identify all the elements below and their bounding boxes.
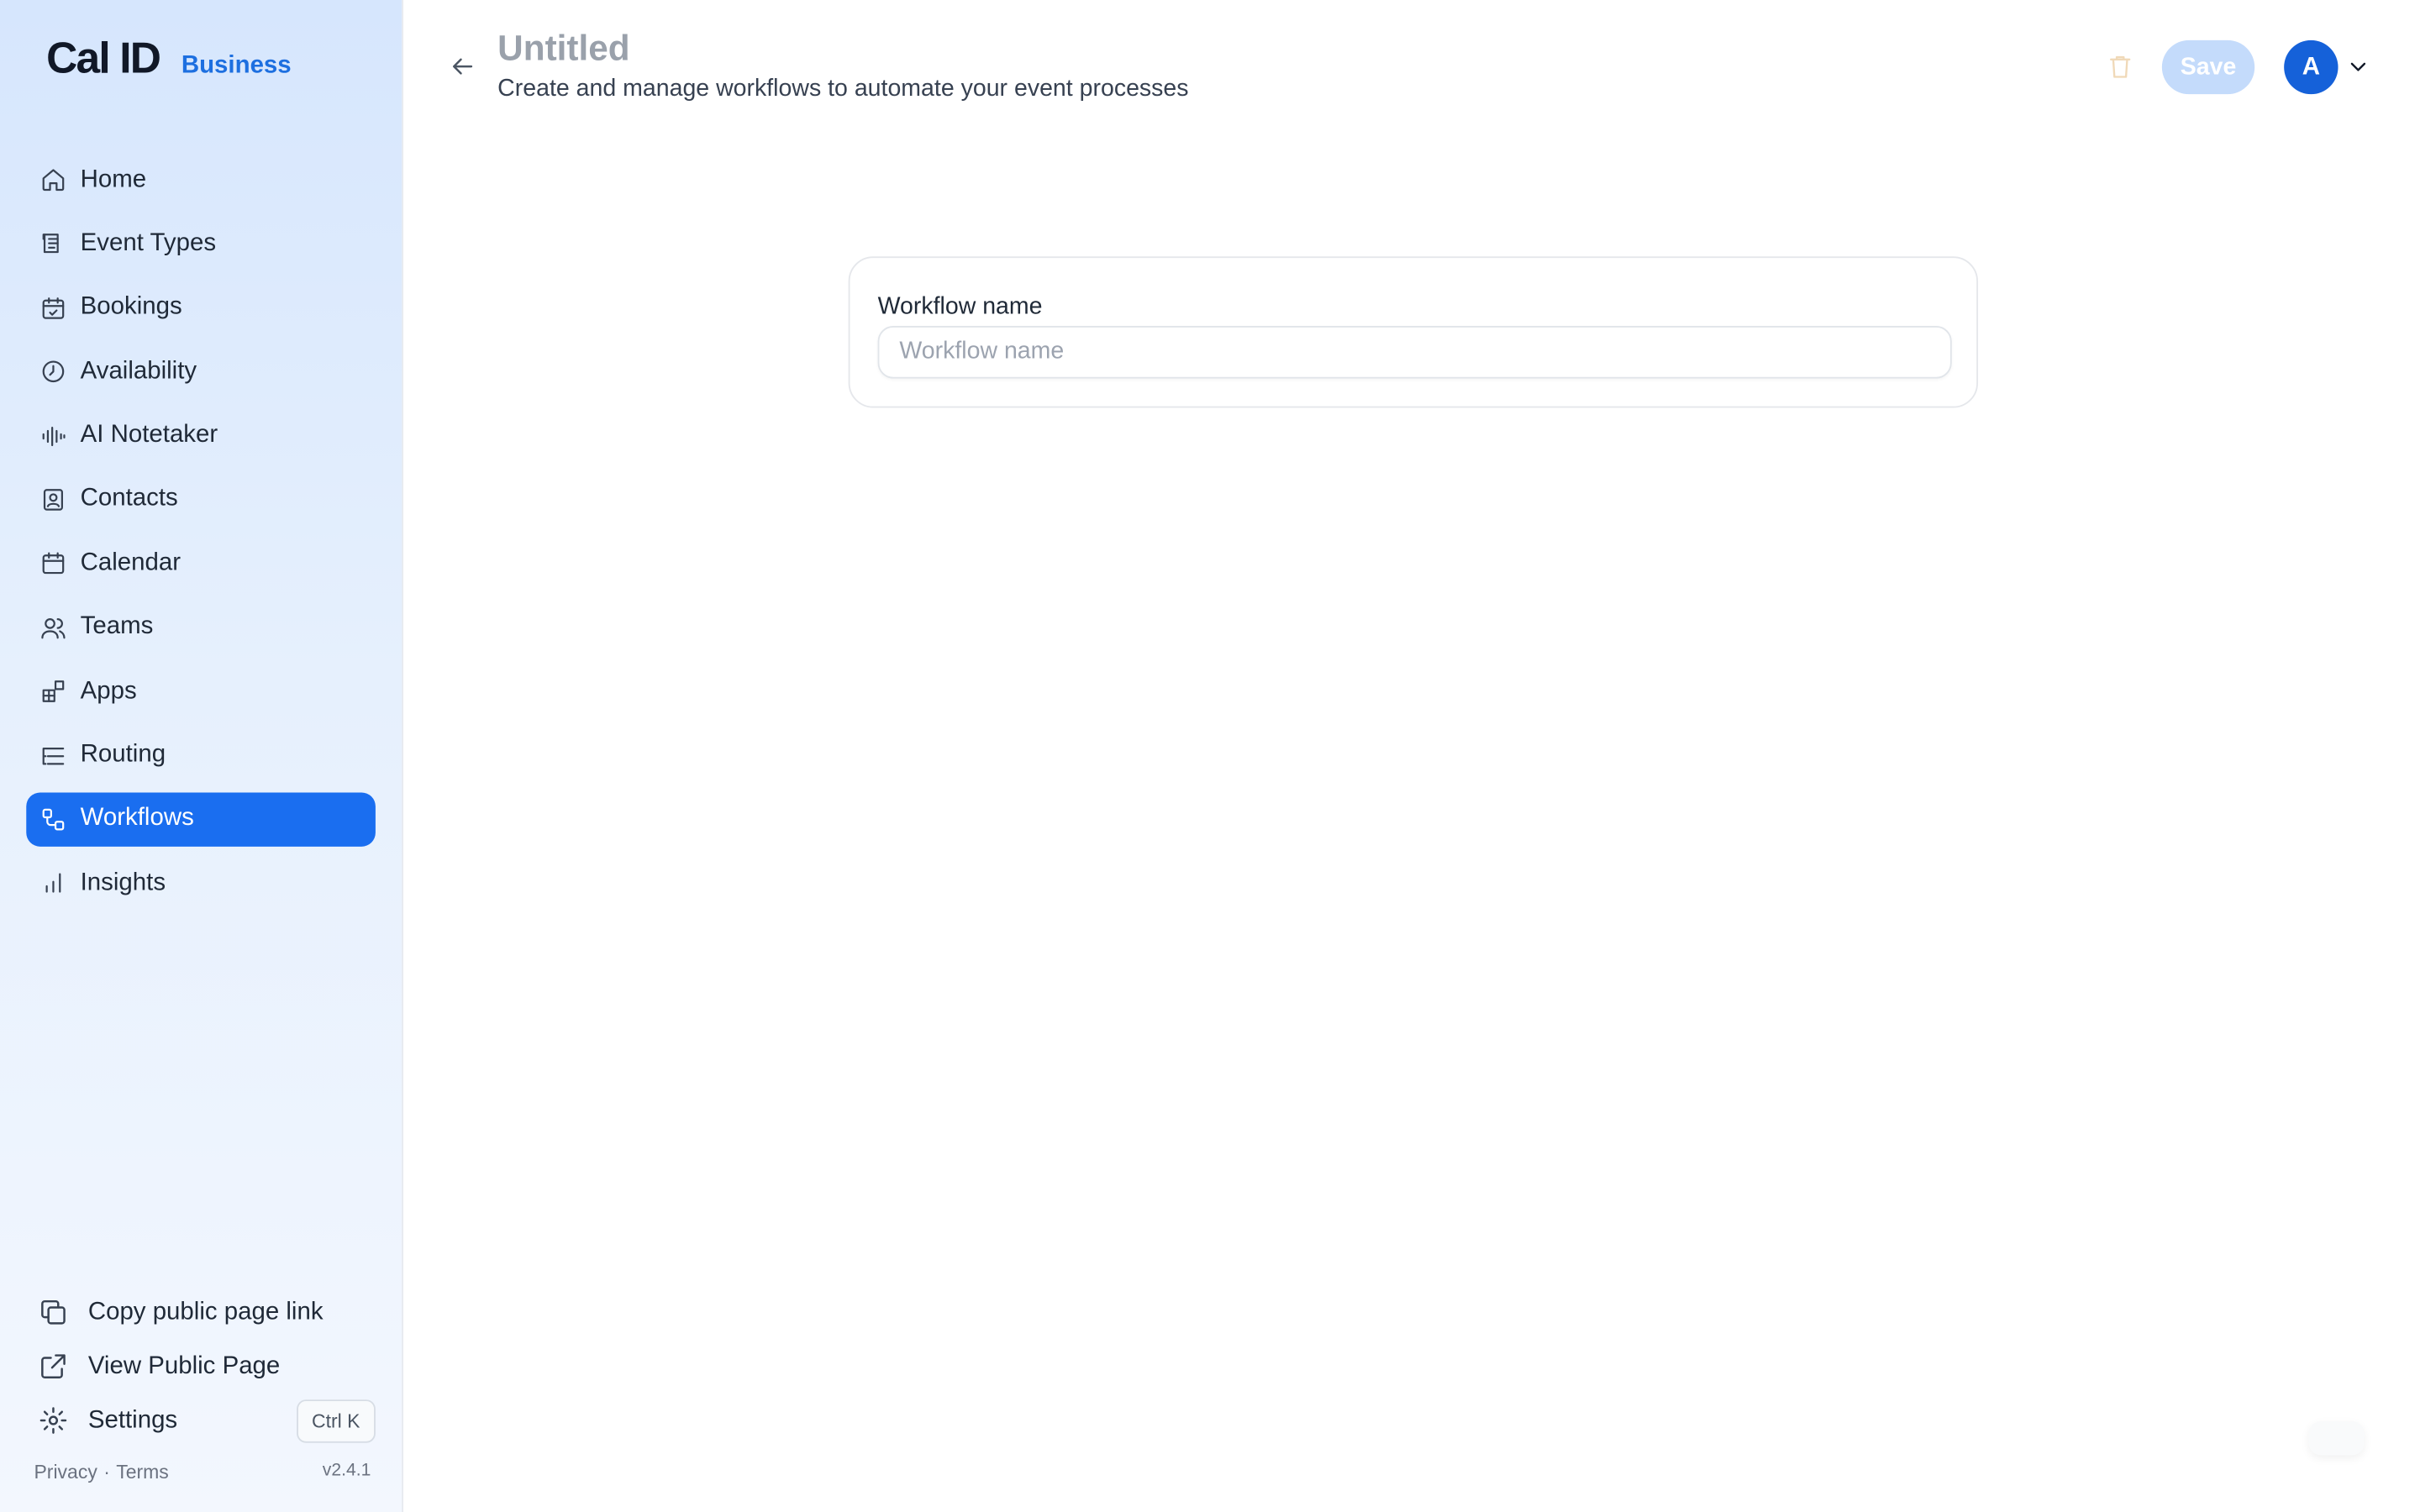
- sidebar-item-label: AI Notetaker: [80, 422, 218, 449]
- page-subtitle: Create and manage workflows to automate …: [497, 76, 1189, 102]
- sidebar-item-label: Apps: [80, 677, 137, 704]
- sidebar-item-label: Calendar: [80, 549, 182, 576]
- calendar-icon: [40, 550, 66, 576]
- sidebar-item-workflows[interactable]: Workflows: [26, 792, 376, 847]
- sidebar-item-label: Routing: [80, 741, 166, 769]
- sidebar-item-teams[interactable]: Teams: [26, 601, 376, 654]
- workflow-icon: [40, 806, 66, 832]
- keyboard-shortcut: Ctrl K: [296, 1399, 376, 1442]
- sidebar-item-label: Home: [80, 165, 147, 192]
- calendar-check-icon: [40, 295, 66, 321]
- avatar[interactable]: A: [2284, 39, 2338, 95]
- logo: Cal ID: [46, 34, 161, 82]
- sidebar-item-insights[interactable]: Insights: [26, 856, 376, 910]
- users-icon: [40, 614, 66, 640]
- gear-icon: [37, 1405, 68, 1436]
- external-link-icon: [37, 1351, 68, 1382]
- event-types-icon: [40, 231, 66, 257]
- workflow-name-label: Workflow name: [877, 293, 1043, 320]
- privacy-link[interactable]: Privacy: [34, 1462, 97, 1483]
- arrow-left-icon: [452, 58, 473, 75]
- version-label: v2.4.1: [322, 1461, 371, 1480]
- sidebar-item-calendar[interactable]: Calendar: [26, 537, 376, 591]
- home-icon: [40, 167, 66, 193]
- workflow-name-input[interactable]: [877, 326, 1952, 379]
- sidebar-nav: Home Event Types Bookings Availability A…: [26, 153, 376, 920]
- settings-label: Settings: [87, 1406, 178, 1433]
- app-root: Cal ID Business Home Event Types Booking…: [0, 0, 2420, 1512]
- bar-chart-icon: [40, 870, 66, 896]
- page-title[interactable]: Untitled: [497, 28, 629, 70]
- sidebar-item-label: Teams: [80, 613, 154, 640]
- terms-link[interactable]: Terms: [116, 1462, 169, 1483]
- audio-wave-icon: [40, 423, 66, 449]
- chevron-down-icon: [2350, 62, 2366, 71]
- sidebar-item-label: Workflows: [80, 805, 194, 832]
- contact-card-icon: [40, 486, 66, 512]
- sidebar-item-label: Event Types: [80, 229, 217, 257]
- view-public-page-link[interactable]: View Public Page: [37, 1339, 376, 1393]
- copy-icon: [37, 1297, 68, 1328]
- trash-icon: [2110, 55, 2131, 78]
- sidebar-item-label: Availability: [80, 358, 197, 385]
- clock-icon: [40, 359, 66, 385]
- workflow-name-card: Workflow name: [848, 256, 1979, 408]
- sidebar-bottom: Copy public page link View Public Page S…: [37, 1285, 376, 1447]
- sidebar-item-availability[interactable]: Availability: [26, 344, 376, 398]
- copy-public-link-button[interactable]: Copy public page link: [37, 1285, 376, 1339]
- sidebar-item-label: Insights: [80, 869, 166, 896]
- plan-badge: Business: [181, 52, 292, 79]
- sidebar-item-event-types[interactable]: Event Types: [26, 217, 376, 270]
- sidebar-item-home[interactable]: Home: [26, 153, 376, 207]
- user-menu-toggle[interactable]: [2348, 55, 2370, 77]
- apps-grid-icon: [40, 679, 66, 705]
- delete-button[interactable]: [2107, 51, 2138, 85]
- back-button[interactable]: [448, 53, 479, 84]
- sidebar-footer: Privacy · Terms v2.4.1: [34, 1462, 371, 1483]
- routing-list-icon: [40, 743, 66, 769]
- save-button[interactable]: Save: [2161, 39, 2255, 95]
- view-public-page-label: View Public Page: [87, 1352, 281, 1379]
- sidebar-item-routing[interactable]: Routing: [26, 728, 376, 782]
- chat-widget[interactable]: [2308, 1420, 2365, 1456]
- sidebar-item-ai-notetaker[interactable]: AI Notetaker: [26, 409, 376, 463]
- sidebar-item-apps[interactable]: Apps: [26, 664, 376, 718]
- settings-link[interactable]: Settings Ctrl K: [37, 1394, 376, 1447]
- sidebar-item-label: Contacts: [80, 486, 178, 512]
- copy-public-link-label: Copy public page link: [87, 1298, 324, 1326]
- sidebar: Cal ID Business Home Event Types Booking…: [0, 0, 403, 1512]
- footer-separator: ·: [103, 1461, 110, 1483]
- sidebar-item-contacts[interactable]: Contacts: [26, 473, 376, 527]
- brand[interactable]: Cal ID Business: [46, 34, 291, 83]
- sidebar-item-bookings[interactable]: Bookings: [26, 281, 376, 334]
- sidebar-item-label: Bookings: [80, 293, 182, 321]
